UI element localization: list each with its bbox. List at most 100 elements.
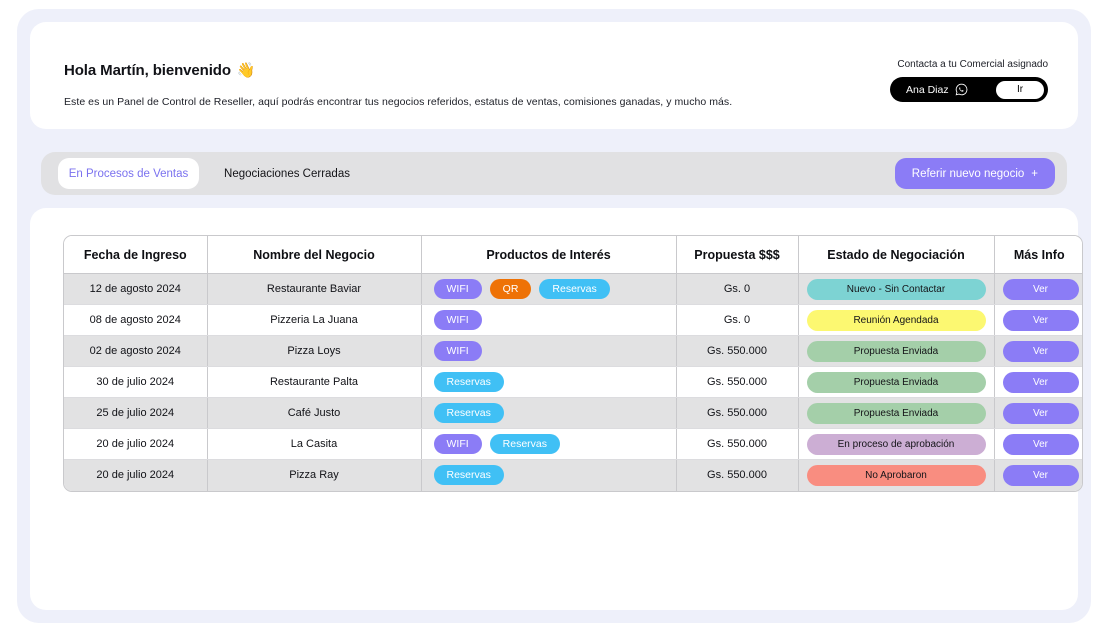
cell-proposal-amount: Gs. 0 <box>676 305 798 336</box>
deals-table: Fecha de IngresoNombre del NegocioProduc… <box>64 236 1083 491</box>
cell-date: 08 de agosto 2024 <box>64 305 207 336</box>
cell-proposal-amount: Gs. 550.000 <box>676 367 798 398</box>
cell-date: 25 de julio 2024 <box>64 398 207 429</box>
table-row[interactable]: 08 de agosto 2024Pizzeria La JuanaWIFIGs… <box>64 305 1083 336</box>
cell-status: Propuesta Enviada <box>798 367 994 398</box>
cell-products: WIFI Reservas <box>421 429 676 460</box>
cell-more-info: Ver <box>994 460 1083 491</box>
cell-more-info: Ver <box>994 274 1083 305</box>
table-header-cell: Estado de Negociación <box>798 236 994 274</box>
status-badge: No Aprobaron <box>807 465 986 486</box>
cell-date: 20 de julio 2024 <box>64 460 207 491</box>
view-details-button[interactable]: Ver <box>1003 372 1079 393</box>
cell-products: WIFI <box>421 305 676 336</box>
product-chip-list: WIFI <box>434 310 668 330</box>
cell-business-name: Café Justo <box>207 398 421 429</box>
table-card: Fecha de IngresoNombre del NegocioProduc… <box>30 208 1078 610</box>
table-row[interactable]: 30 de julio 2024Restaurante Palta Reserva… <box>64 367 1083 398</box>
cell-proposal-amount: Gs. 0 <box>676 274 798 305</box>
view-details-button[interactable]: Ver <box>1003 341 1079 362</box>
table-header-cell: Fecha de Ingreso <box>64 236 207 274</box>
product-chip[interactable]: WIFI <box>434 341 482 361</box>
product-chip[interactable]: Reservas <box>434 372 504 392</box>
product-chip-list: WIFI Reservas <box>434 434 668 454</box>
contact-name: Ana Diaz <box>906 84 949 96</box>
deals-table-wrapper: Fecha de IngresoNombre del NegocioProduc… <box>63 235 1083 492</box>
view-details-button[interactable]: Ver <box>1003 279 1079 300</box>
view-details-button[interactable]: Ver <box>1003 403 1079 424</box>
contact-pill[interactable]: Ana Diaz Ir <box>890 77 1048 102</box>
table-header-cell: Más Info <box>994 236 1083 274</box>
cell-more-info: Ver <box>994 367 1083 398</box>
table-header-cell: Propuesta $$$ <box>676 236 798 274</box>
cell-proposal-amount: Gs. 550.000 <box>676 398 798 429</box>
cell-more-info: Ver <box>994 398 1083 429</box>
product-chip-list: Reservas <box>434 372 668 392</box>
greeting-subtitle: Este es un Panel de Control de Reseller,… <box>64 96 732 108</box>
table-header-cell: Nombre del Negocio <box>207 236 421 274</box>
product-chip-list: WIFI <box>434 341 668 361</box>
cell-business-name: Pizza Ray <box>207 460 421 491</box>
cell-business-name: Restaurante Baviar <box>207 274 421 305</box>
product-chip[interactable]: Reservas <box>490 434 560 454</box>
cell-products: WIFI QR Reservas <box>421 274 676 305</box>
cell-status: Nuevo - Sin Contactar <box>798 274 994 305</box>
cell-date: 30 de julio 2024 <box>64 367 207 398</box>
table-row[interactable]: 20 de julio 2024La Casita WIFI Reservas Gs.… <box>64 429 1083 460</box>
cell-proposal-amount: Gs. 550.000 <box>676 336 798 367</box>
greeting-title-text: Hola Martín, bienvenido <box>64 62 231 79</box>
plus-icon: + <box>1031 168 1038 180</box>
view-details-button[interactable]: Ver <box>1003 310 1079 331</box>
product-chip-list: WIFI QR Reservas <box>434 279 668 299</box>
greeting-card: Hola Martín, bienvenido 👋 Este es un Pan… <box>30 22 1078 129</box>
tab-negociaciones-cerradas[interactable]: Negociaciones Cerradas <box>213 158 361 189</box>
tab-en-procesos-de-ventas[interactable]: En Procesos de Ventas <box>58 158 199 189</box>
contact-name-wrap: Ana Diaz <box>906 83 968 96</box>
cell-business-name: Restaurante Palta <box>207 367 421 398</box>
status-badge: Nuevo - Sin Contactar <box>807 279 986 300</box>
cell-proposal-amount: Gs. 550.000 <box>676 429 798 460</box>
cell-products: Reservas <box>421 367 676 398</box>
app-shell: Hola Martín, bienvenido 👋 Este es un Pan… <box>17 9 1091 623</box>
cell-business-name: La Casita <box>207 429 421 460</box>
whatsapp-icon[interactable] <box>955 83 968 96</box>
table-row[interactable]: 12 de agosto 2024Restaurante Baviar WIFI Q… <box>64 274 1083 305</box>
status-badge: Propuesta Enviada <box>807 372 986 393</box>
cell-more-info: Ver <box>994 305 1083 336</box>
cell-date: 12 de agosto 2024 <box>64 274 207 305</box>
product-chip[interactable]: Reservas <box>539 279 609 299</box>
cell-status: En proceso de aprobación <box>798 429 994 460</box>
view-details-button[interactable]: Ver <box>1003 465 1079 486</box>
table-head: Fecha de IngresoNombre del NegocioProduc… <box>64 236 1083 274</box>
table-header-row: Fecha de IngresoNombre del NegocioProduc… <box>64 236 1083 274</box>
cell-status: No Aprobaron <box>798 460 994 491</box>
cell-business-name: Pizza Loys <box>207 336 421 367</box>
view-details-button[interactable]: Ver <box>1003 434 1079 455</box>
product-chip[interactable]: Reservas <box>434 465 504 485</box>
product-chip[interactable]: WIFI <box>434 310 482 330</box>
cell-products: Reservas <box>421 398 676 429</box>
contact-go-button[interactable]: Ir <box>996 81 1044 99</box>
product-chip-list: Reservas <box>434 403 668 423</box>
refer-button-label: Referir nuevo negocio <box>912 168 1025 180</box>
cell-status: Propuesta Enviada <box>798 398 994 429</box>
cell-products: WIFI <box>421 336 676 367</box>
table-row[interactable]: 02 de agosto 2024Pizza LoysWIFIGs. 550.0… <box>64 336 1083 367</box>
wave-hand-icon: 👋 <box>237 63 256 78</box>
product-chip[interactable]: QR <box>490 279 532 299</box>
cell-date: 20 de julio 2024 <box>64 429 207 460</box>
table-header-cell: Productos de Interés <box>421 236 676 274</box>
table-body: 12 de agosto 2024Restaurante Baviar WIFI Q… <box>64 274 1083 491</box>
page-title: Hola Martín, bienvenido 👋 <box>64 62 255 79</box>
table-row[interactable]: 25 de julio 2024Café Justo Reservas Gs. 55… <box>64 398 1083 429</box>
cell-status: Propuesta Enviada <box>798 336 994 367</box>
cell-more-info: Ver <box>994 429 1083 460</box>
product-chip[interactable]: WIFI <box>434 279 482 299</box>
tab-bar: En Procesos de Ventas Negociaciones Cerr… <box>41 152 1067 195</box>
product-chip[interactable]: WIFI <box>434 434 482 454</box>
refer-new-business-button[interactable]: Referir nuevo negocio + <box>895 158 1055 189</box>
product-chip[interactable]: Reservas <box>434 403 504 423</box>
product-chip-list: Reservas <box>434 465 668 485</box>
table-row[interactable]: 20 de julio 2024Pizza RayReservasGs. 550… <box>64 460 1083 491</box>
status-badge: Propuesta Enviada <box>807 341 986 362</box>
